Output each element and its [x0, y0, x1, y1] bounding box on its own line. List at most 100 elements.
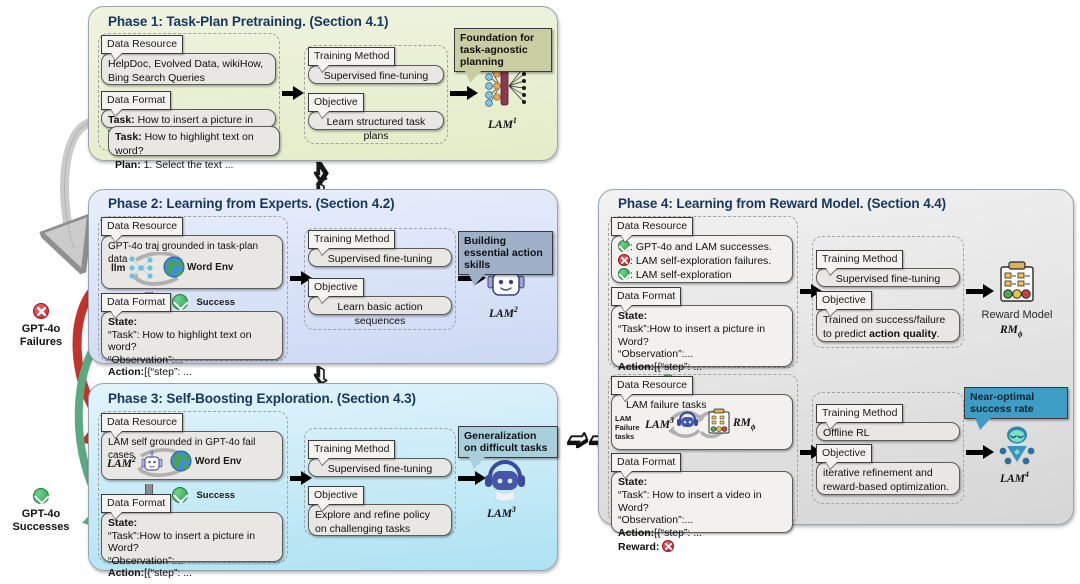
phase-1-objective-tag: Objective — [308, 93, 364, 112]
phase-4-top-action-value: [{“step”: ... — [654, 361, 703, 374]
globe-icon — [163, 256, 185, 278]
phase-2-callout: Building essential action skills — [458, 231, 553, 286]
headset-robot-small-icon — [677, 411, 698, 432]
phase-3-data-format-card: State: “Task”:How to insert a picture in… — [101, 512, 283, 579]
phase-4-reward-model-title: Reward Model — [981, 309, 1053, 321]
resource-item: : GPT-4o and LAM successes. — [618, 240, 786, 254]
phase-3-objective-line1: Explore and refine policy — [315, 509, 430, 521]
phase-2-training-method-tag: Training Method — [308, 230, 396, 249]
success-check-icon — [172, 294, 188, 310]
phase-1-task-label: Task: — [108, 114, 135, 126]
phase-1-callout: Foundation for task-agnostic planning — [454, 28, 552, 83]
phase-2-title: Phase 2: Learning from Experts. (Section… — [108, 196, 395, 211]
phase-4-top-data-format-card: State: “Task”:How to insert a picture in… — [611, 305, 793, 387]
phase-3-success-label: Success — [196, 490, 236, 501]
small-robot-icon — [141, 450, 163, 471]
phase-2-data-format-card: State: “Task”: How to highlight text on … — [101, 311, 283, 378]
phase-4-bottom-data-format-tag: Data Format — [611, 453, 682, 472]
phase-1-data-format-tag: Data Format — [101, 91, 172, 110]
clipboard-reward-icon — [1000, 261, 1034, 302]
resource-item: : LAM self-exploration failures. — [618, 254, 786, 268]
phase-1-model-label: LAM1 — [488, 116, 517, 131]
phase-4-top-state-label: State: — [618, 310, 648, 322]
phase-4-top-action-label: Action: — [618, 361, 655, 374]
phase-4-bottom-training-method-tag: Training Method — [816, 404, 904, 423]
phase-1-data-resource-tag: Data Resource — [101, 35, 184, 54]
phase-1-training-method-tag: Training Method — [308, 47, 396, 66]
phase-4-bottom-task-line: “Task”: How to insert a video in Word? — [618, 488, 762, 514]
phase-2-action-label: Action: — [108, 366, 145, 379]
phase-1-plan-label: Plan: — [115, 158, 141, 171]
phase-4-top-observation-line: “Observation”:... — [618, 348, 694, 361]
phase-1-plan-card: Task: How to highlight text on word? Pla… — [108, 126, 280, 171]
phase-4-top-task-line: “Task”:How to insert a picture in Word? — [618, 322, 766, 348]
phase-1-task2-label: Task: — [115, 131, 142, 143]
phase-4-bottom-action-label: Action: — [618, 527, 655, 540]
phase-4-model-label: LAM4 — [1000, 470, 1029, 485]
phase-4-top-objective-line2b: action quality — [869, 327, 937, 340]
phase-2-word-env-label: Word Env — [187, 262, 234, 273]
phase-4-bottom-objective-line1: iterative refinement and — [823, 467, 933, 479]
phase-4-top-objective-line1: Trained on success/failure — [823, 314, 946, 326]
phase-3-success-indicator: Success — [172, 487, 235, 506]
phase-4-title: Phase 4: Learning from Reward Model. (Se… — [618, 196, 947, 211]
phase-4-bottom-data-resource-tag: Data Resource — [611, 376, 694, 395]
clipboard-reward-small-icon — [708, 408, 730, 434]
phase-2-observation-line: “Observation”:... — [108, 353, 184, 366]
phase-1-data-resource-card: HelpDoc, Evolved Data, wikiHow, Bing Sea… — [101, 53, 276, 85]
reward-failure-icon — [662, 539, 675, 552]
phase-3-state-label: State: — [108, 517, 138, 529]
phase-2-success-label: Success — [196, 297, 236, 308]
phase-3-objective-line2: on challenging tasks — [315, 522, 411, 535]
phase-3-data-resource-tag: Data Resource — [101, 413, 184, 432]
globe-icon-2 — [170, 450, 192, 472]
phase-4-bottom-data-format-card: State: “Task”: How to insert a video in … — [611, 471, 793, 553]
phase-3-action-value: [{“step”: ... — [144, 567, 193, 580]
phase-4-callout-text: Near-optimal success rate — [970, 391, 1035, 415]
phase-2-model-label: LAM2 — [489, 305, 518, 320]
phase-3-model-label: LAM3 — [487, 505, 516, 520]
headset-robot-icon — [485, 460, 525, 501]
phase-2-objective-card: Learn basic action sequences — [308, 296, 452, 327]
teal-robot-icon — [999, 426, 1035, 465]
phase-2-data-format-tag: Data Format — [101, 293, 172, 312]
side-label-failures-line2: Failures — [19, 336, 63, 348]
phase-2-llm-label: llm — [111, 263, 126, 274]
side-label-failures: GPT-4o Failures — [4, 303, 78, 349]
phase-4-rm-label: RMϕ — [733, 417, 756, 432]
phase-3-task-line: “Task”:How to insert a picture in Word? — [108, 529, 256, 555]
phase-4-top-data-resource-card: : GPT-4o and LAM successes. : LAM self-e… — [611, 235, 793, 296]
success-check-icon-4 — [618, 268, 630, 281]
side-label-successes-line1: GPT-4o — [21, 508, 61, 520]
phase-4-bottom-training-method-card: Offline RL — [816, 422, 960, 441]
phase-2-action-value: [{“step”: ... — [144, 366, 193, 379]
phase-2-callout-text: Building essential action skills — [464, 235, 543, 271]
phase-4-bottom-reward-label: Reward: — [618, 540, 660, 553]
phase-3-objective-tag: Objective — [308, 486, 364, 505]
phase-3-word-env-label: Word Env — [195, 456, 242, 467]
phase-4-top-objective-line2a: to predict — [823, 327, 870, 340]
phase-4-callout: Near-optimal success rate — [964, 387, 1068, 430]
phase-3-callout-text: Generalization on difficult tasks — [464, 430, 548, 454]
phase-2-data-resource-tag: Data Resource — [101, 217, 184, 236]
side-label-successes: GPT-4o Successes — [4, 488, 78, 534]
phase-3-observation-line: “Observation”:... — [108, 554, 184, 567]
success-check-icon-3 — [618, 240, 630, 252]
phase-4-bottom-observation-line: “Observation”:... — [618, 514, 694, 527]
phase-2-objective-tag: Objective — [308, 278, 364, 297]
phase-1-title: Phase 1: Task-Plan Pretraining. (Section… — [108, 14, 389, 29]
phase-4-top-objective-card: Trained on success/failure to predict ac… — [816, 309, 960, 342]
phase-4-reward-model-symbol: RMϕ — [1000, 324, 1023, 339]
phase-4-bottom-objective-card: iterative refinement and reward-based op… — [816, 462, 960, 495]
success-check-icon-2 — [172, 487, 188, 503]
side-label-successes-line2: Successes — [12, 521, 70, 533]
phase-3-training-method-card: Supervised fine-tuning — [308, 458, 452, 477]
phase-3-callout: Generalization on difficult tasks — [458, 426, 558, 469]
resource-item-1-text: : LAM self-exploration failures. — [630, 255, 772, 268]
failure-x-icon — [618, 254, 630, 267]
phase-4-bottom-state-label: State: — [618, 476, 648, 488]
phase-4-bottom-objective-line2: reward-based optimization. — [823, 480, 950, 493]
phase-3-title: Phase 3: Self-Boosting Exploration. (Sec… — [108, 391, 416, 406]
phase-4-failure-tasks-side-label: LAM Failure tasks — [615, 414, 640, 441]
phase-3-objective-card: Explore and refine policy on challenging… — [308, 504, 452, 536]
